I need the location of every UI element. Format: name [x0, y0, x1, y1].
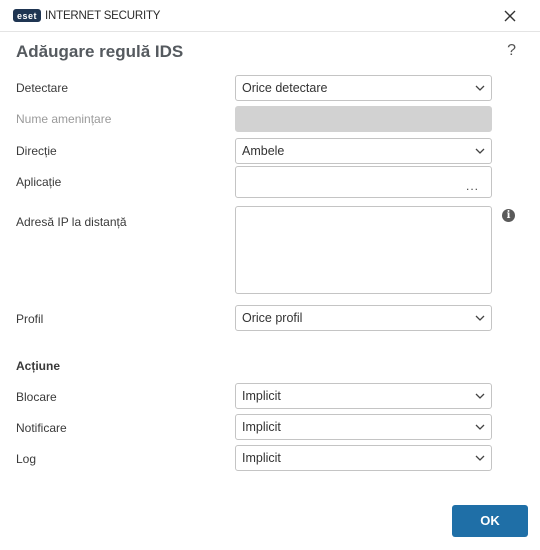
threat-name-input — [235, 106, 492, 132]
eset-logo: eset INTERNET SECURITY — [13, 9, 160, 22]
application-input[interactable]: ... — [235, 166, 492, 198]
log-label: Log — [16, 452, 37, 466]
notify-select[interactable]: Implicit — [235, 414, 492, 440]
log-value: Implicit — [242, 451, 281, 465]
chevron-down-icon — [475, 85, 485, 91]
block-label: Blocare — [16, 390, 57, 404]
info-icon[interactable]: i — [502, 209, 515, 222]
chevron-down-icon — [475, 148, 485, 154]
remote-ip-textarea[interactable] — [235, 206, 492, 294]
logo-badge: eset — [13, 9, 42, 22]
log-select[interactable]: Implicit — [235, 445, 492, 471]
close-icon[interactable] — [502, 8, 518, 24]
help-icon[interactable]: ? — [507, 42, 516, 60]
product-name: INTERNET SECURITY — [45, 9, 161, 22]
ok-button[interactable]: OK — [452, 505, 528, 537]
block-value: Implicit — [242, 389, 281, 403]
title-bar: eset INTERNET SECURITY — [0, 0, 540, 32]
detection-label: Detectare — [16, 81, 69, 95]
detection-select[interactable]: Orice detectare — [235, 75, 492, 101]
chevron-down-icon — [475, 455, 485, 461]
notify-label: Notificare — [16, 421, 67, 435]
profile-value: Orice profil — [242, 311, 303, 325]
application-label: Aplicație — [16, 175, 62, 189]
chevron-down-icon — [475, 393, 485, 399]
dialog-title: Adăugare regulă IDS — [16, 42, 184, 61]
direction-value: Ambele — [242, 144, 285, 158]
profile-select[interactable]: Orice profil — [235, 305, 492, 331]
remote-ip-label: Adresă IP la distanță — [16, 215, 127, 229]
browse-button[interactable]: ... — [466, 174, 479, 198]
chevron-down-icon — [475, 315, 485, 321]
action-section-label: Acțiune — [16, 359, 61, 373]
chevron-down-icon — [475, 424, 485, 430]
threat-name-label: Nume amenințare — [16, 112, 112, 126]
block-select[interactable]: Implicit — [235, 383, 492, 409]
notify-value: Implicit — [242, 420, 281, 434]
profile-label: Profil — [16, 312, 44, 326]
direction-label: Direcție — [16, 144, 57, 158]
detection-value: Orice detectare — [242, 81, 328, 95]
direction-select[interactable]: Ambele — [235, 138, 492, 164]
